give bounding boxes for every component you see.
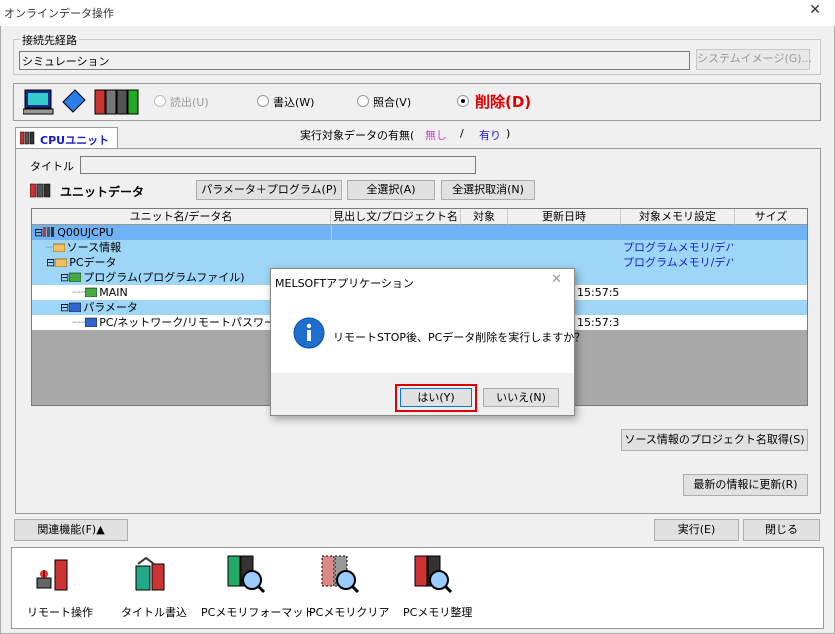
pc-memory-arrange-icon[interactable] (413, 554, 453, 594)
route-value: シミュレーション (22, 55, 110, 68)
radio-delete-label: 削除(D) (475, 93, 532, 111)
select-all-button[interactable]: 全選択(A) (347, 180, 435, 200)
dialog-title: MELSOFTアプリケーション (275, 277, 414, 290)
confirm-dialog: MELSOFTアプリケーション ✕ リモートSTOP後、PCデータ削除を実行しま… (270, 268, 585, 416)
presence-none: 無し (425, 129, 447, 142)
remote-operation-icon[interactable] (33, 556, 73, 596)
radio-verify-label: 照合(V) (373, 96, 412, 109)
route-group-label: 接続先経路 (20, 32, 79, 48)
radio-read[interactable] (154, 95, 166, 107)
folder-icon (52, 243, 65, 252)
unit-data-icon (30, 183, 51, 198)
toolbar-label-clear[interactable]: PCメモリクリア (309, 604, 389, 620)
presence-sep: / (460, 127, 464, 140)
row-name: Q00UJCPU (57, 226, 114, 239)
row-name: ソース情報 (66, 241, 122, 254)
title-write-icon[interactable] (132, 556, 172, 596)
dialog-footer: はい(Y) いいえ(N) (271, 373, 574, 415)
program-icon (69, 272, 82, 282)
toolbar-label-remote[interactable]: リモート操作 (27, 604, 93, 620)
route-field: シミュレーション (19, 51, 690, 70)
tab-cpu-unit[interactable]: CPUユニット (15, 127, 118, 149)
cpu-icon (43, 227, 55, 237)
program-file-icon (85, 287, 98, 297)
toolbar-label-title-write[interactable]: タイトル書込 (121, 604, 187, 620)
row-memory: プログラムメモリ/デバ... (623, 241, 733, 254)
pc-memory-format-icon[interactable] (226, 554, 266, 594)
presence-label: 実行対象データの有無( (300, 129, 415, 142)
row-memory: プログラムメモリ/デバ... (623, 256, 733, 269)
collapse-icon[interactable]: ⊟ (34, 226, 43, 239)
col-header-memory[interactable]: 対象メモリ設定 (621, 209, 735, 225)
row-date: 15:57:58 (577, 286, 620, 299)
radio-write[interactable] (257, 95, 269, 107)
radio-delete[interactable] (457, 95, 469, 107)
row-name: PCデータ (69, 256, 117, 269)
radio-read-label: 読出(U) (170, 96, 209, 109)
toolbar-label-format[interactable]: PCメモリフォーマット (201, 604, 314, 620)
no-button[interactable]: いいえ(N) (483, 388, 559, 407)
title-input[interactable] (80, 156, 476, 174)
info-icon (293, 317, 325, 349)
deselect-all-button[interactable]: 全選択取消(N) (441, 180, 535, 200)
title-bar: オンラインデータ操作 ✕ (0, 0, 835, 26)
col-header-title[interactable]: 見出し文/プロジェクト名 (331, 209, 461, 225)
yes-button[interactable]: はい(Y) (400, 388, 472, 407)
col-header-name[interactable]: ユニット名/データ名 (32, 209, 331, 225)
close-button[interactable]: 閉じる (743, 519, 820, 541)
presence-close: ) (506, 127, 511, 140)
parameter-icon (69, 302, 82, 312)
table-row[interactable]: ┈ソース情報 プログラムメモリ/デバ... (32, 240, 807, 255)
table-header: ユニット名/データ名 見出し文/プロジェクト名 対象 更新日時 対象メモリ設定 … (32, 209, 807, 225)
radio-write-label: 書込(W) (273, 96, 315, 109)
parameter-file-icon (85, 317, 98, 327)
dialog-message: リモートSTOP後、PCデータ削除を実行しますか？ (333, 331, 586, 344)
get-project-name-button[interactable]: ソース情報のプロジェクト名取得(S) (621, 429, 808, 451)
pc-to-plc-icon (22, 89, 139, 115)
system-image-button[interactable]: システムイメージ(G)... (696, 49, 812, 70)
execute-button[interactable]: 実行(E) (654, 519, 739, 541)
refresh-button[interactable]: 最新の情報に更新(R) (683, 474, 808, 496)
collapse-icon[interactable]: ⊟ (60, 301, 69, 314)
col-header-size[interactable]: サイズ (735, 209, 807, 225)
folder-icon (55, 258, 68, 267)
window-title: オンラインデータ操作 (4, 7, 114, 20)
col-header-target[interactable]: 対象 (461, 209, 508, 225)
title-label: タイトル (30, 160, 74, 173)
radio-verify[interactable] (357, 95, 369, 107)
presence-yes: 有り (479, 129, 501, 142)
tab-cpu-unit-label: CPUユニット (40, 134, 110, 147)
collapse-icon[interactable]: ⊟ (60, 271, 69, 284)
param-program-button[interactable]: パラメータ＋プログラム(P) (196, 180, 342, 200)
row-name: パラメータ (83, 301, 138, 314)
col-header-date[interactable]: 更新日時 (508, 209, 621, 225)
collapse-icon[interactable]: ⊟ (46, 256, 55, 269)
row-name: プログラム(プログラムファイル) (83, 271, 245, 284)
close-icon[interactable]: ✕ (809, 2, 821, 18)
row-name: MAIN (99, 286, 128, 299)
operation-icons (22, 86, 143, 116)
dialog-close-icon[interactable]: ✕ (551, 272, 562, 287)
table-row[interactable]: ⊟ Q00UJCPU (32, 225, 807, 240)
related-functions-button[interactable]: 関連機能(F)▲ (14, 519, 128, 541)
toolbar-label-arrange[interactable]: PCメモリ整理 (403, 604, 472, 620)
row-date: 15:57:30 (577, 316, 620, 329)
cpu-unit-icon (20, 131, 35, 145)
unit-data-label: ユニットデータ (60, 185, 145, 199)
pc-memory-clear-icon[interactable] (320, 554, 360, 594)
